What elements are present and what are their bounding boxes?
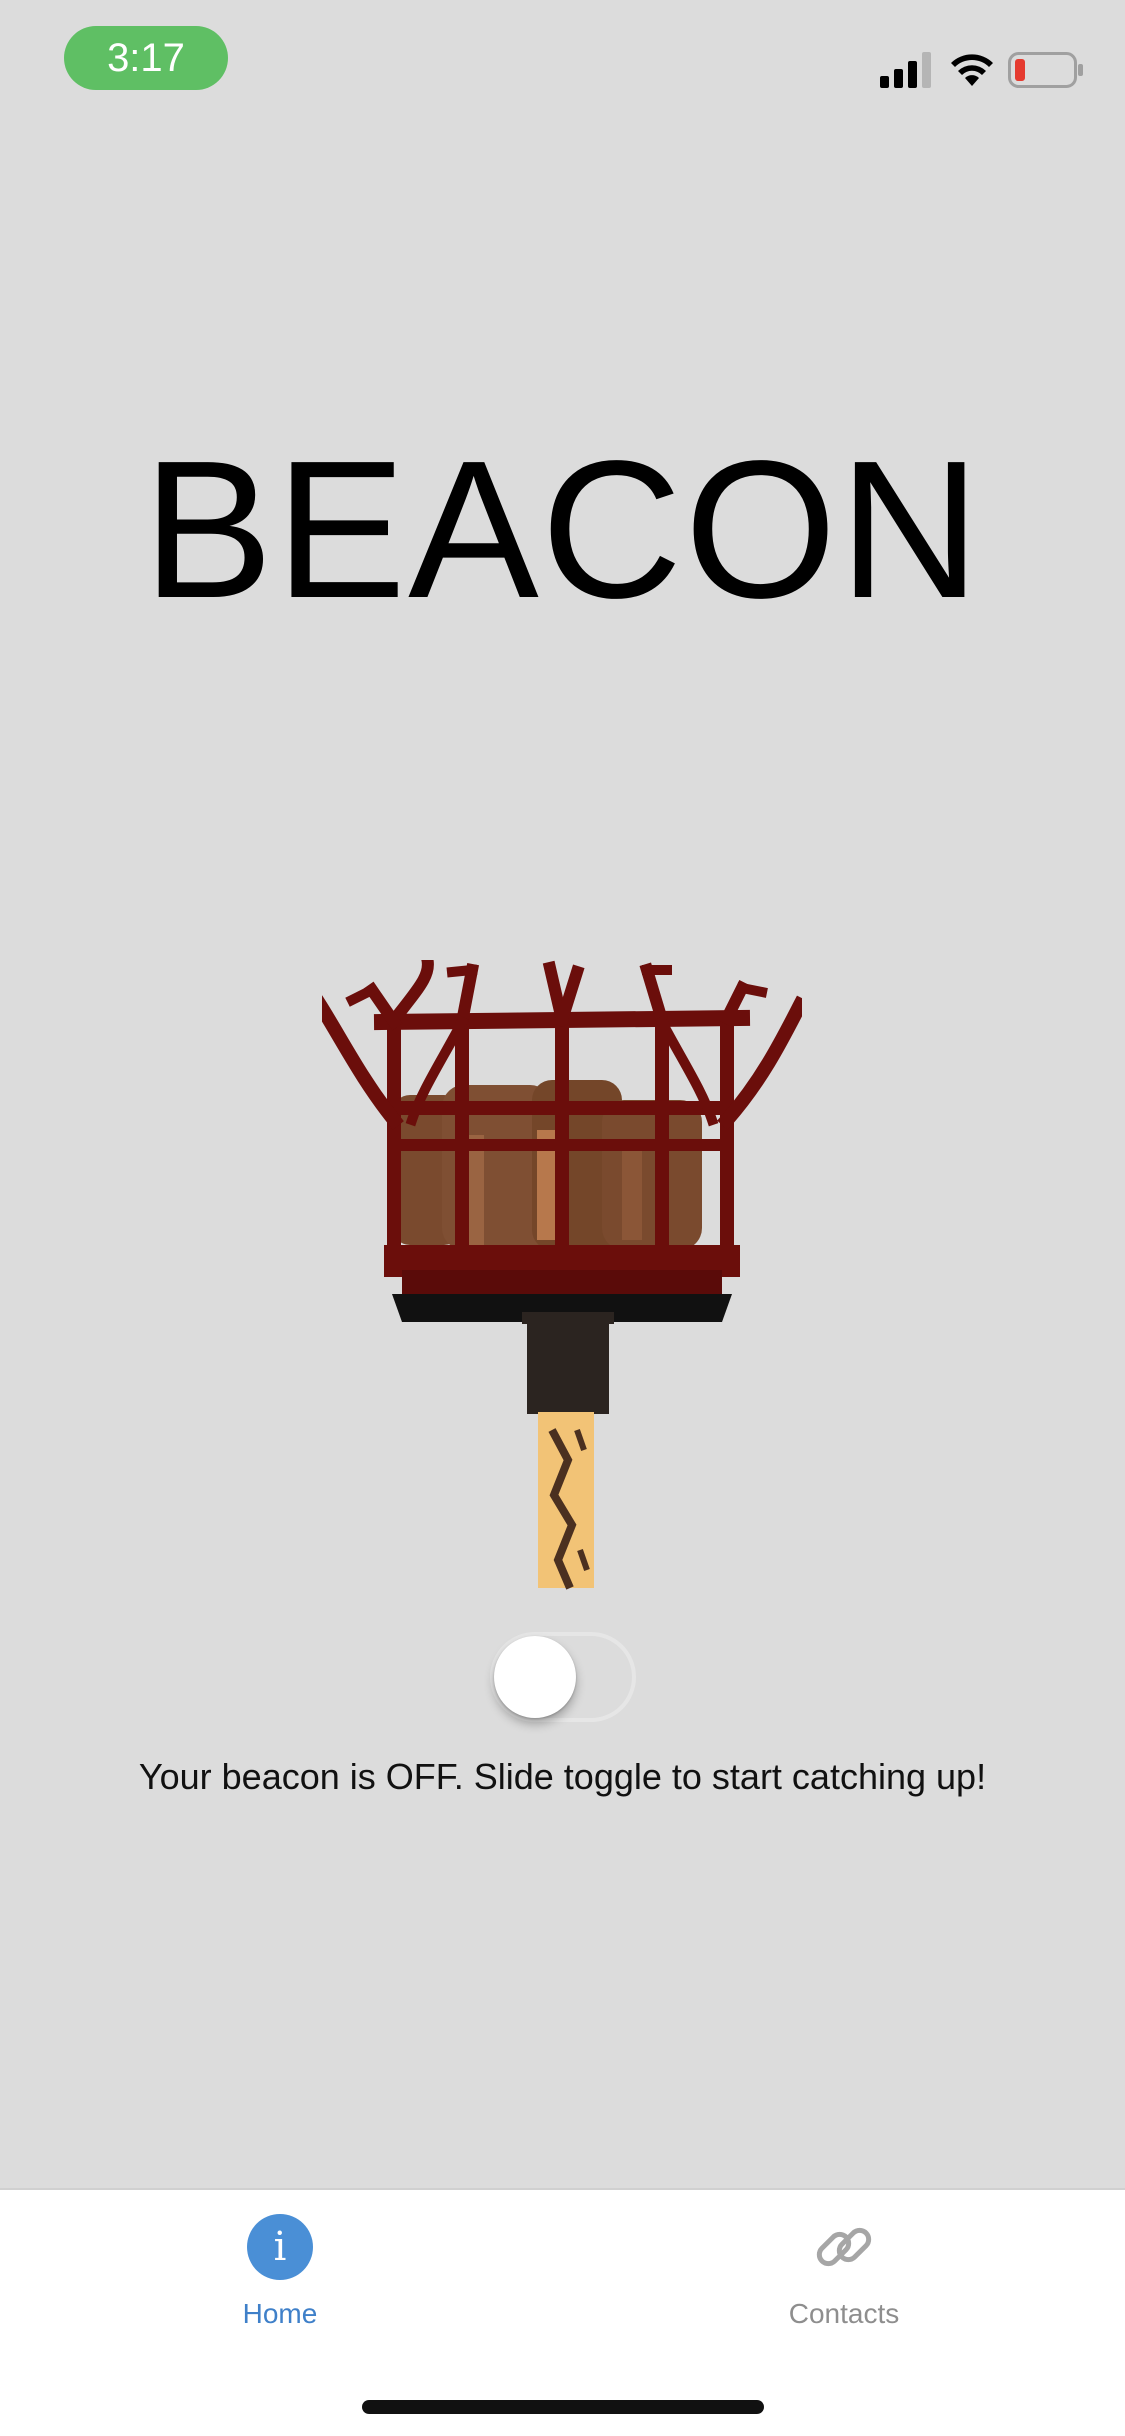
beacon-toggle-switch[interactable]	[490, 1632, 636, 1722]
tab-contacts-label: Contacts	[788, 2298, 900, 2329]
pole-socket	[527, 1312, 609, 1414]
beacon-brazier-illustration	[322, 960, 802, 1590]
tab-contacts[interactable]: Contacts	[724, 2214, 964, 2344]
brazier-cage	[322, 960, 802, 1259]
status-bar: 3:17	[0, 0, 1125, 135]
toggle-knob[interactable]	[494, 1636, 576, 1718]
link-icon	[816, 2227, 872, 2267]
battery-low-icon	[1008, 52, 1083, 88]
wifi-icon	[951, 54, 993, 86]
info-icon: i	[247, 2214, 313, 2280]
tab-home-label: Home	[242, 2298, 318, 2329]
bottom-tab-bar: i Home Contacts	[0, 2188, 1125, 2436]
tab-home[interactable]: i Home	[160, 2214, 400, 2344]
cellular-signal-icon	[880, 52, 931, 88]
app-title: BEACON	[142, 420, 983, 639]
home-indicator	[362, 2400, 764, 2414]
status-time: 3:17	[64, 26, 228, 90]
beacon-status-message: Your beacon is OFF. Slide toggle to star…	[138, 1756, 987, 1797]
wooden-pole	[538, 1412, 594, 1590]
